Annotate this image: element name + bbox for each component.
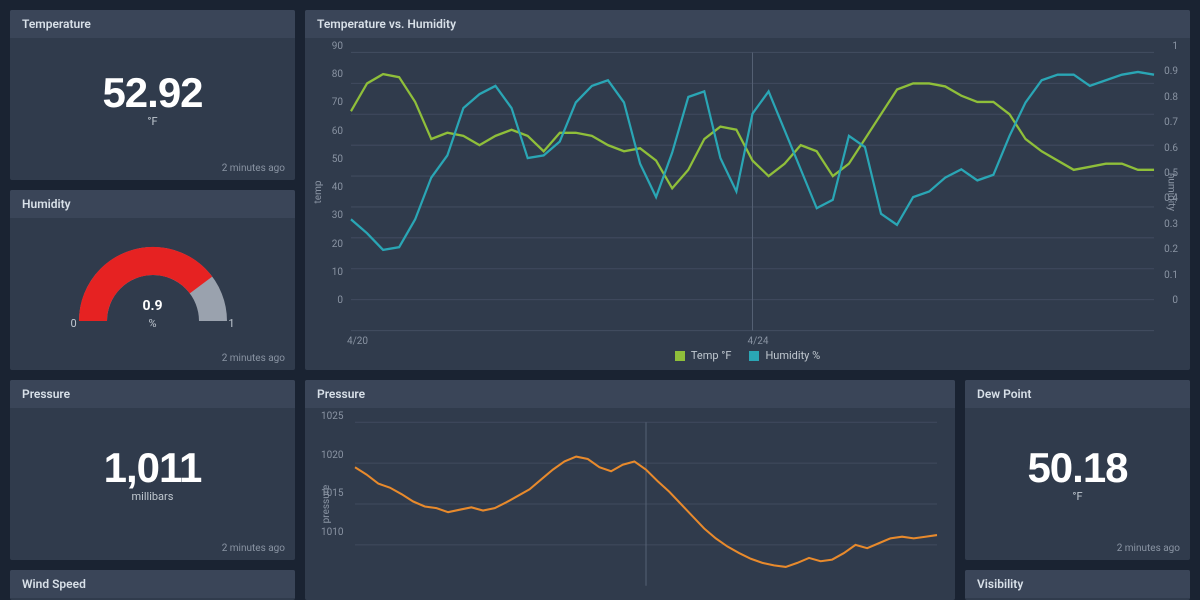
dewpoint-age: 2 minutes ago [965, 539, 1190, 560]
swatch-icon [749, 351, 759, 361]
chart-legend: Temp °F Humidity % [305, 345, 1190, 370]
temp-humidity-chart-tile: Temperature vs. Humidity temp humidity 0… [305, 10, 1190, 370]
tile-title: Temperature vs. Humidity [305, 10, 1190, 38]
y-tick: 40 [325, 182, 343, 193]
y-tick: 0.2 [1164, 244, 1178, 255]
swatch-icon [675, 351, 685, 361]
y-tick: 0.1 [1164, 270, 1178, 281]
pressure-age: 2 minutes ago [10, 539, 295, 560]
tile-title: Wind Speed [10, 570, 295, 598]
tile-title: Humidity [10, 190, 295, 218]
pressure-chart[interactable]: pressure 1010101510201025 [305, 408, 955, 600]
y-tick: 1 [1172, 41, 1178, 52]
y-tick: 0.5 [1164, 168, 1178, 179]
y-tick: 10 [325, 267, 343, 278]
humidity-max: 1 [228, 317, 234, 330]
pressure-chart-tile: Pressure pressure 1010101510201025 [305, 380, 955, 600]
y-tick: 0 [325, 295, 343, 306]
tile-title: Pressure [305, 380, 955, 408]
y-tick: 70 [325, 97, 343, 108]
tile-title: Dew Point [965, 380, 1190, 408]
temperature-unit: °F [147, 115, 157, 128]
y-tick: 30 [325, 210, 343, 221]
y-tick: 60 [325, 126, 343, 137]
humidity-tile: Humidity 0.9 % 0 1 2 minutes ago [10, 190, 295, 370]
y-tick: 0.6 [1164, 143, 1178, 154]
tile-title: Temperature [10, 10, 295, 38]
y-tick: 90 [325, 41, 343, 52]
dewpoint-tile: Dew Point 50.18 °F 2 minutes ago [965, 380, 1190, 560]
y-tick: 0.8 [1164, 92, 1178, 103]
y-tick: 1015 [321, 488, 343, 499]
y-tick: 80 [325, 69, 343, 80]
temp-humidity-chart[interactable]: temp humidity 0102030405060708090 00.10.… [305, 38, 1190, 345]
tile-title: Visibility [965, 570, 1190, 598]
temperature-tile: Temperature 52.92 °F 2 minutes ago [10, 10, 295, 180]
y-tick: 0 [1172, 295, 1178, 306]
y-tick: 0.7 [1164, 117, 1178, 128]
y-tick: 50 [325, 154, 343, 165]
y-tick: 1020 [321, 450, 343, 461]
humidity-unit: % [73, 317, 233, 330]
legend-item-humidity[interactable]: Humidity % [749, 349, 820, 362]
x-tick: 4/20 [347, 336, 368, 347]
y-tick: 20 [325, 239, 343, 250]
dewpoint-unit: °F [1072, 490, 1082, 503]
humidity-min: 0 [71, 317, 77, 330]
x-tick: 4/24 [748, 336, 769, 347]
y-tick: 1010 [321, 527, 343, 538]
temperature-age: 2 minutes ago [10, 159, 295, 180]
visibility-tile: Visibility [965, 570, 1190, 600]
left-axis-label: temp [313, 180, 324, 203]
pressure-tile: Pressure 1,011 millibars 2 minutes ago [10, 380, 295, 560]
dewpoint-value: 50.18 [1027, 444, 1127, 492]
humidity-age: 2 minutes ago [10, 349, 295, 370]
legend-item-temp[interactable]: Temp °F [675, 349, 732, 362]
y-tick: 0.9 [1164, 66, 1178, 77]
y-tick: 0.4 [1164, 193, 1178, 204]
y-tick: 0.3 [1164, 219, 1178, 230]
pressure-value: 1,011 [104, 444, 202, 492]
tile-title: Pressure [10, 380, 295, 408]
y-tick: 1025 [321, 411, 343, 422]
humidity-value: 0.9 [73, 298, 233, 314]
temperature-value: 52.92 [102, 69, 202, 117]
windspeed-tile: Wind Speed [10, 570, 295, 600]
pressure-unit: millibars [132, 490, 174, 503]
humidity-gauge: 0.9 % 0 1 [73, 241, 233, 326]
